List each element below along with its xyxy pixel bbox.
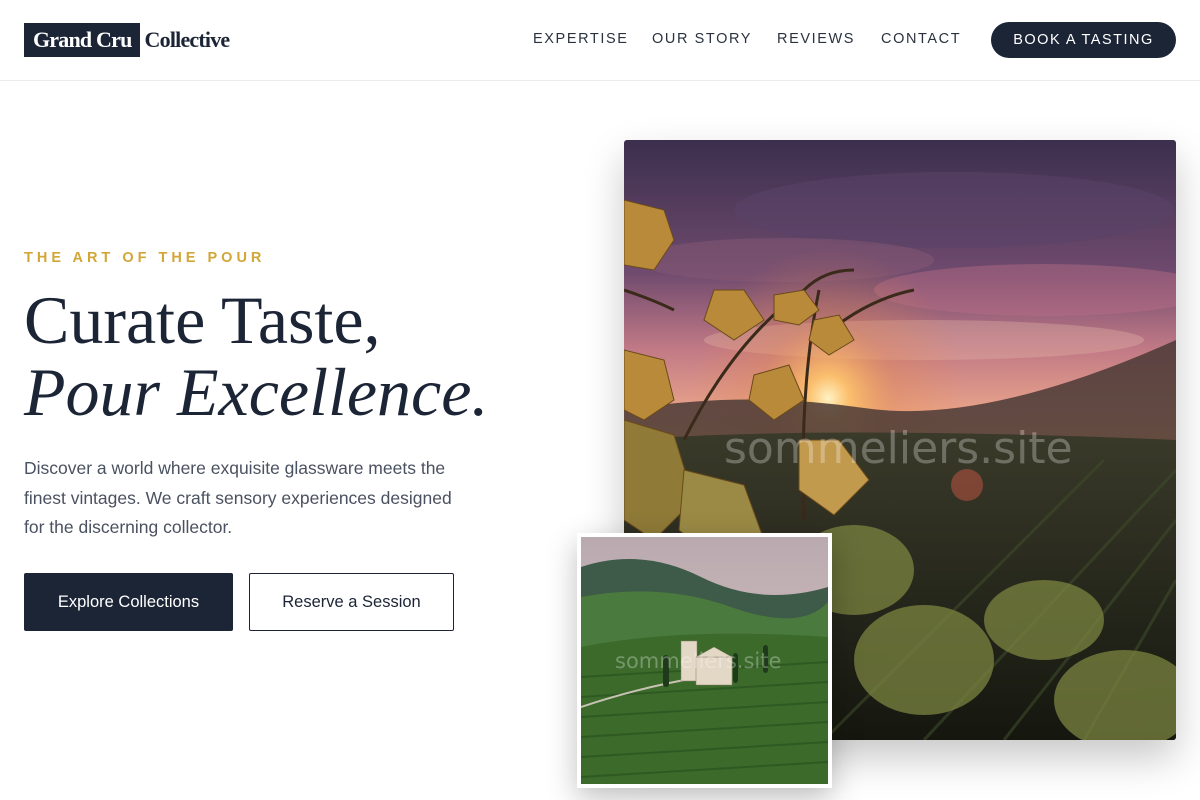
explore-collections-button[interactable]: Explore Collections	[24, 573, 233, 631]
vineyard-landscape-image: sommeliers.site	[577, 533, 832, 788]
main-image-watermark: sommeliers.site	[724, 423, 1073, 474]
hero-title-line1: Curate Taste,	[24, 282, 381, 358]
nav-link-contact[interactable]: CONTACT	[881, 31, 961, 47]
logo-box-text: Grand Cru	[24, 23, 140, 57]
nav-link-expertise[interactable]: EXPERTISE	[533, 31, 629, 47]
brand-logo[interactable]: Grand Cru Collective	[24, 23, 231, 57]
site-header: Grand Cru Collective EXPERTISE OUR STORY…	[0, 0, 1200, 81]
hero-title-line2: Pour Excellence.	[24, 354, 489, 430]
book-tasting-button[interactable]: BOOK A TASTING	[991, 22, 1176, 58]
inset-image-watermark: sommeliers.site	[615, 649, 782, 673]
logo-text: Collective	[144, 27, 231, 52]
reserve-session-button[interactable]: Reserve a Session	[249, 573, 454, 631]
nav-link-reviews[interactable]: REVIEWS	[777, 31, 855, 47]
nav-link-our-story[interactable]: OUR STORY	[652, 31, 752, 47]
hero-description: Discover a world where exquisite glasswa…	[24, 458, 452, 537]
hero-title: Curate Taste, Pour Excellence.	[24, 284, 488, 428]
hero-eyebrow: THE ART OF THE POUR	[24, 250, 266, 266]
